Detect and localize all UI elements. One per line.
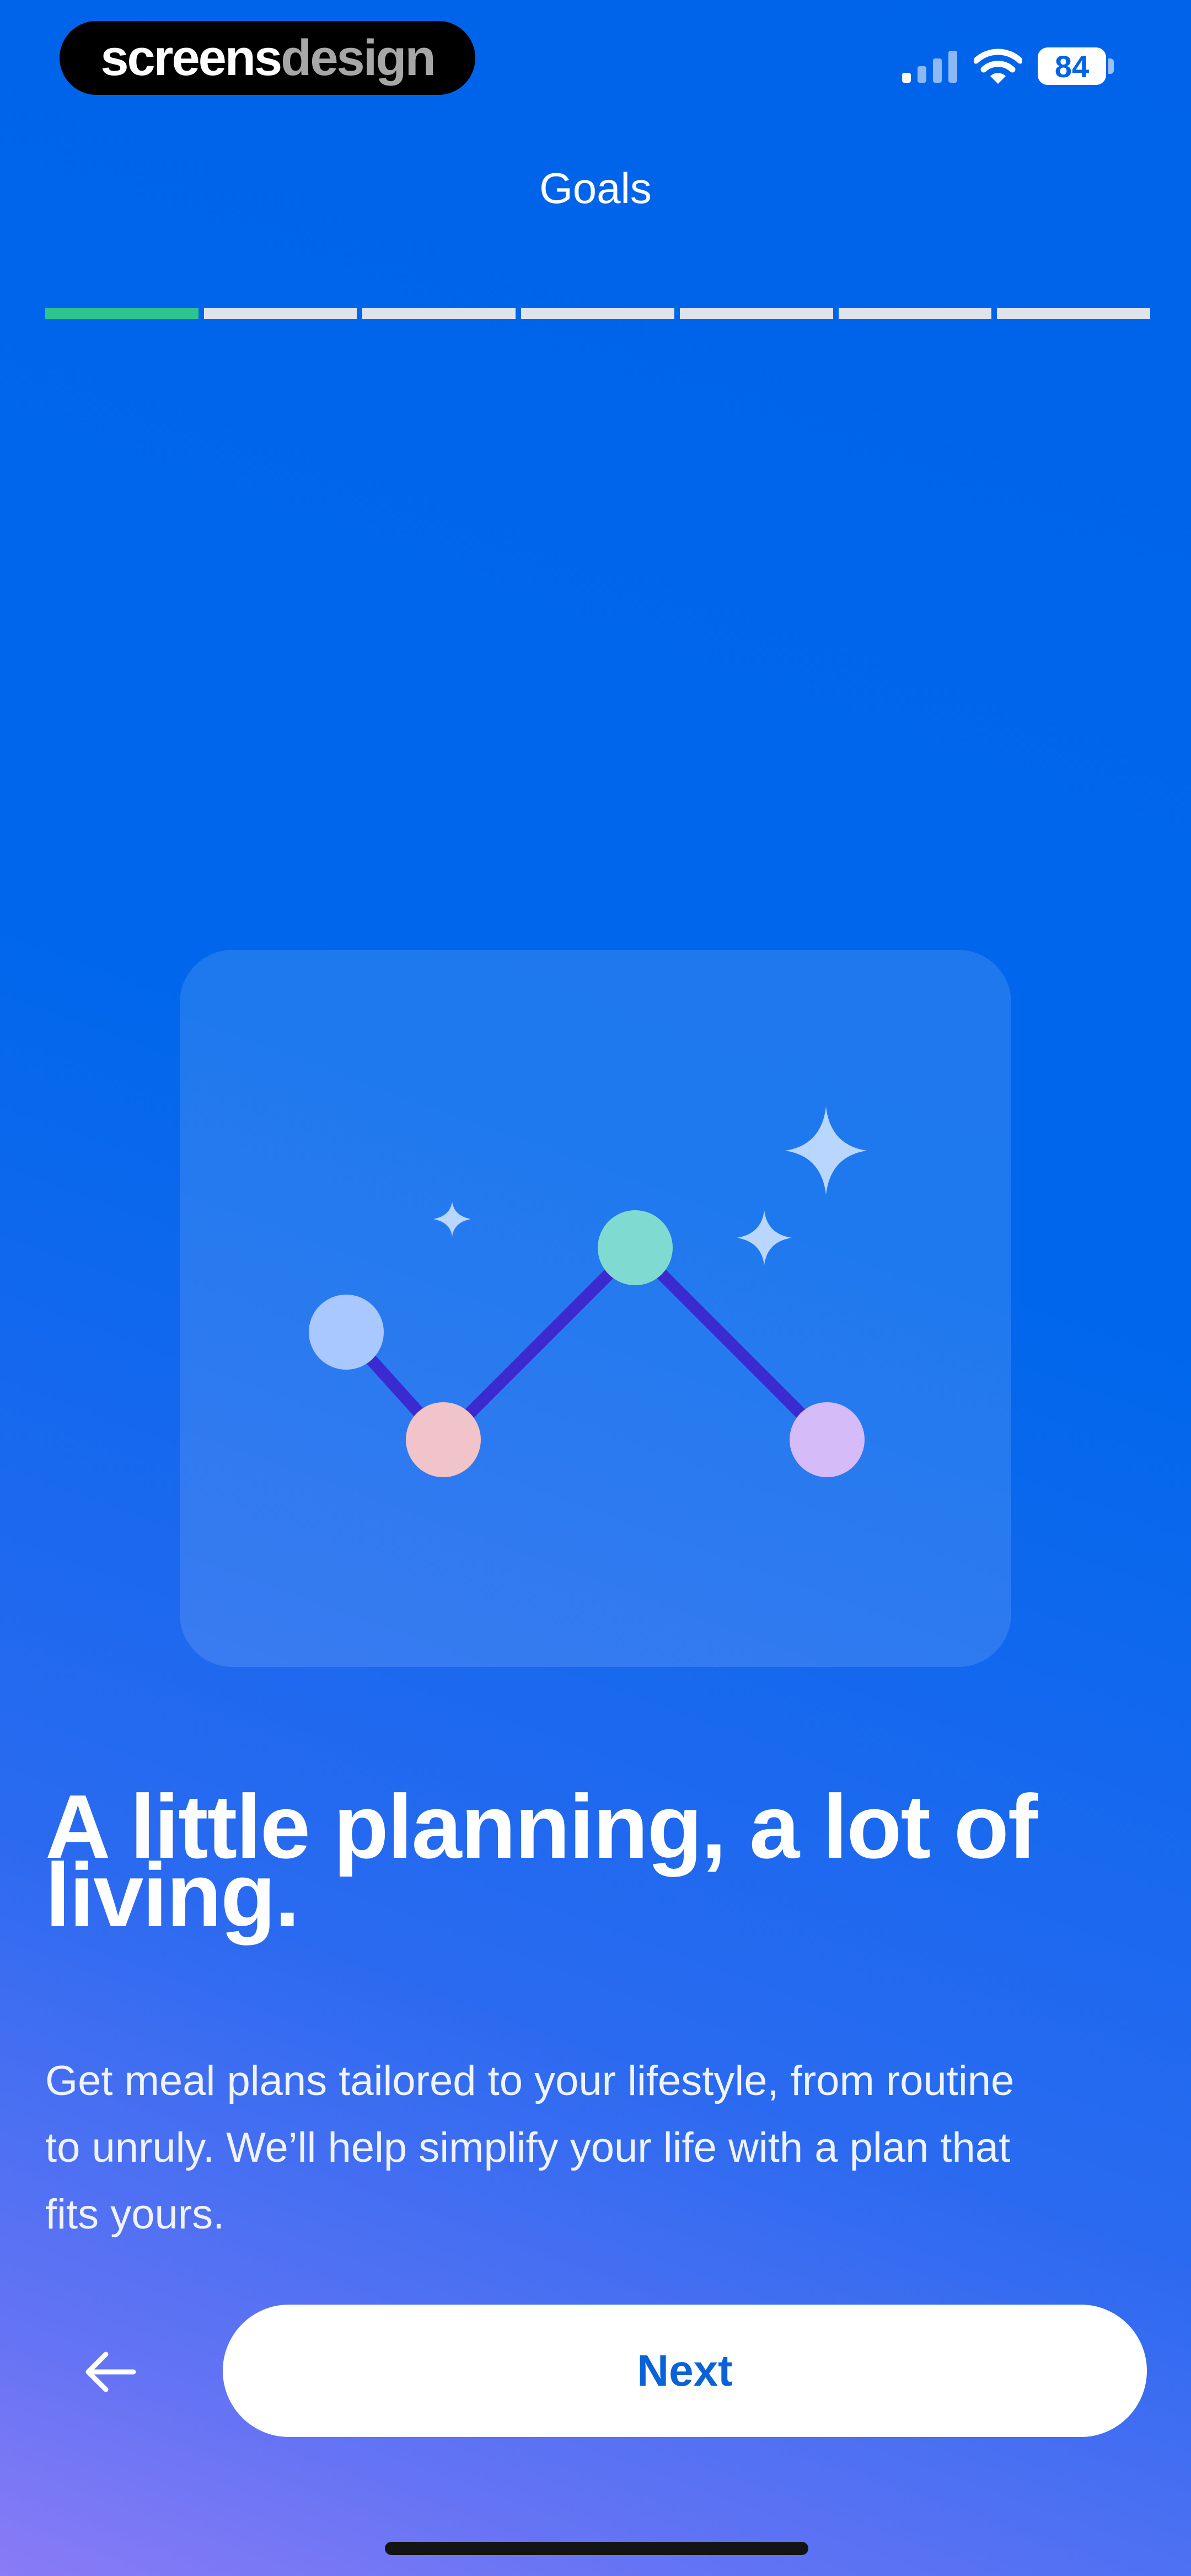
- description: Get meal plans tailored to your lifestyl…: [45, 2048, 1126, 2248]
- chart-node-2: [406, 1402, 481, 1477]
- next-button[interactable]: Next: [223, 2305, 1147, 2437]
- page-title: Goals: [539, 164, 652, 212]
- chart-line: [340, 1242, 833, 1446]
- back-button[interactable]: [72, 2339, 149, 2405]
- chart-node-3: [598, 1210, 673, 1285]
- progress-segment-3: [362, 308, 516, 319]
- description-line-3: fits yours.: [45, 2191, 225, 2238]
- brand-watermark-part2: design: [281, 29, 436, 86]
- progress-segment-5: [679, 308, 833, 319]
- chart-node-1: [309, 1295, 384, 1370]
- progress-segment-1: [45, 308, 198, 319]
- progress-segment-6: [838, 308, 992, 319]
- progress-segment-4: [521, 308, 674, 319]
- chart-node-4: [790, 1402, 865, 1477]
- progress-segment-2: [203, 308, 357, 319]
- illustration-card: [180, 950, 1011, 1667]
- sparkle-small-icon: [433, 1201, 471, 1237]
- brand-watermark-part1: screens: [100, 29, 282, 86]
- battery-level: 84: [1054, 49, 1090, 84]
- battery-cap: [1108, 58, 1114, 74]
- battery-icon: 84: [1038, 47, 1106, 85]
- home-indicator: [385, 2542, 808, 2555]
- description-line-2: to unruly. We’ll help simplify your life…: [45, 2124, 1011, 2171]
- progress-segment-7: [997, 308, 1151, 319]
- headline: A little planning, a lot of living.: [45, 1782, 1148, 1941]
- sparkle-large-icon: [785, 1107, 867, 1195]
- description-line-1: Get meal plans tailored to your lifestyl…: [45, 2057, 1015, 2104]
- step-progress-bar: [45, 308, 1151, 319]
- arrow-left-icon: [85, 2351, 136, 2392]
- sparkle-medium-icon: [737, 1210, 792, 1265]
- progress-chart-icon: [309, 1107, 867, 1477]
- wifi-icon: [974, 49, 1022, 84]
- brand-watermark: screens design: [60, 21, 475, 95]
- cellular-signal-icon: [902, 51, 957, 83]
